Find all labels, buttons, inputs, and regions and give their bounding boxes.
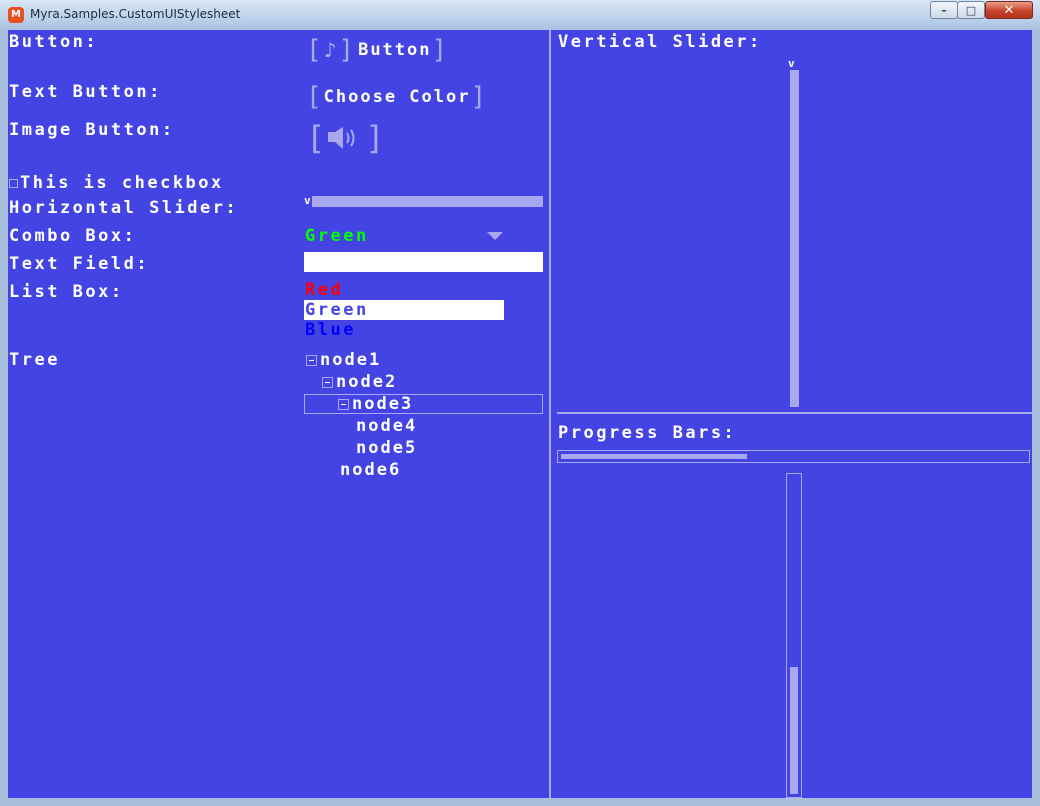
image-button[interactable]: [ ] [306,118,387,158]
bracket-right: ] [365,119,387,157]
list-item-red[interactable]: Red [305,280,343,300]
tree-node-label: node6 [340,460,402,480]
tree-view[interactable]: node1 node2 node3 node4 node5 node6 [304,350,544,490]
list-item-green[interactable]: Green [305,300,369,320]
list-box[interactable]: Red Green Blue [304,280,544,342]
combo-box[interactable]: Green [304,226,544,248]
horizontal-slider-track[interactable] [312,196,543,207]
vertical-slider-knob[interactable]: v [788,58,795,69]
bracket-right: ] [470,82,489,112]
row-divider [557,412,1032,414]
bracket-right: ] [431,35,450,65]
vertical-progress-fill [790,667,798,794]
horizontal-slider-knob[interactable]: v [304,195,311,206]
combo-box-label: Combo Box: [9,226,137,246]
horizontal-progress-bar [557,450,1030,463]
image-button-label: Image Button: [9,120,175,140]
tree-node-label: node1 [320,350,382,370]
tree-node-node6[interactable]: node6 [340,460,401,480]
column-divider [549,30,551,798]
button-label: Button: [9,32,99,52]
list-item-blue[interactable]: Blue [305,320,356,340]
bracket-right: ] [338,35,357,65]
tree-node-label: node4 [356,416,418,436]
window-title: Myra.Samples.CustomUIStylesheet [30,7,241,21]
choose-color-text: Choose Color [323,87,471,107]
text-field[interactable] [304,252,543,272]
tree-node-node2[interactable]: node2 [322,372,397,392]
tree-node-node3[interactable]: node3 [338,394,413,414]
tree-node-label: node5 [356,438,418,458]
tree-node-label: node3 [352,394,414,414]
button-text: Button [358,40,432,60]
collapse-icon[interactable] [306,354,317,366]
button-widget[interactable]: [ ♪ ] Button ] [306,32,449,68]
tree-node-node1[interactable]: node1 [306,350,381,370]
combo-box-value: Green [305,226,369,246]
client-area: Button: [ ♪ ] Button ] Text Button: [ Ch… [8,30,1032,798]
vertical-slider-label: Vertical Slider: [558,32,762,52]
choose-color-button[interactable]: [ Choose Color ] [306,82,488,112]
collapse-icon[interactable] [338,398,349,410]
close-button[interactable]: ✕ [985,1,1033,19]
vertical-progress-bar [786,473,802,798]
vertical-slider-track[interactable] [790,70,799,407]
checkbox[interactable]: This is checkbox [9,173,224,193]
progress-bars-label: Progress Bars: [558,423,737,443]
horizontal-slider-label: Horizontal Slider: [9,198,239,218]
tree-node-node5[interactable]: node5 [356,438,417,458]
checkbox-box[interactable] [9,178,18,188]
text-field-label: Text Field: [9,254,150,274]
checkbox-label: This is checkbox [20,173,224,193]
bracket-left: [ [306,35,324,65]
horizontal-progress-fill [561,454,747,459]
minimize-button[interactable]: – [930,1,958,19]
list-box-label: List Box: [9,282,124,302]
bracket-left: [ [306,119,328,157]
speaker-icon [328,127,355,149]
maximize-button[interactable]: □ [957,1,985,19]
chevron-down-icon[interactable] [487,232,503,241]
collapse-icon[interactable] [322,376,333,388]
tree-node-label: node2 [336,372,398,392]
bracket-left: [ [306,82,324,112]
tree-node-node4[interactable]: node4 [356,416,417,436]
music-note-icon: ♪ [323,38,339,62]
monogame-icon: M [8,7,24,23]
text-button-label: Text Button: [9,82,162,102]
tree-label: Tree [9,350,60,370]
